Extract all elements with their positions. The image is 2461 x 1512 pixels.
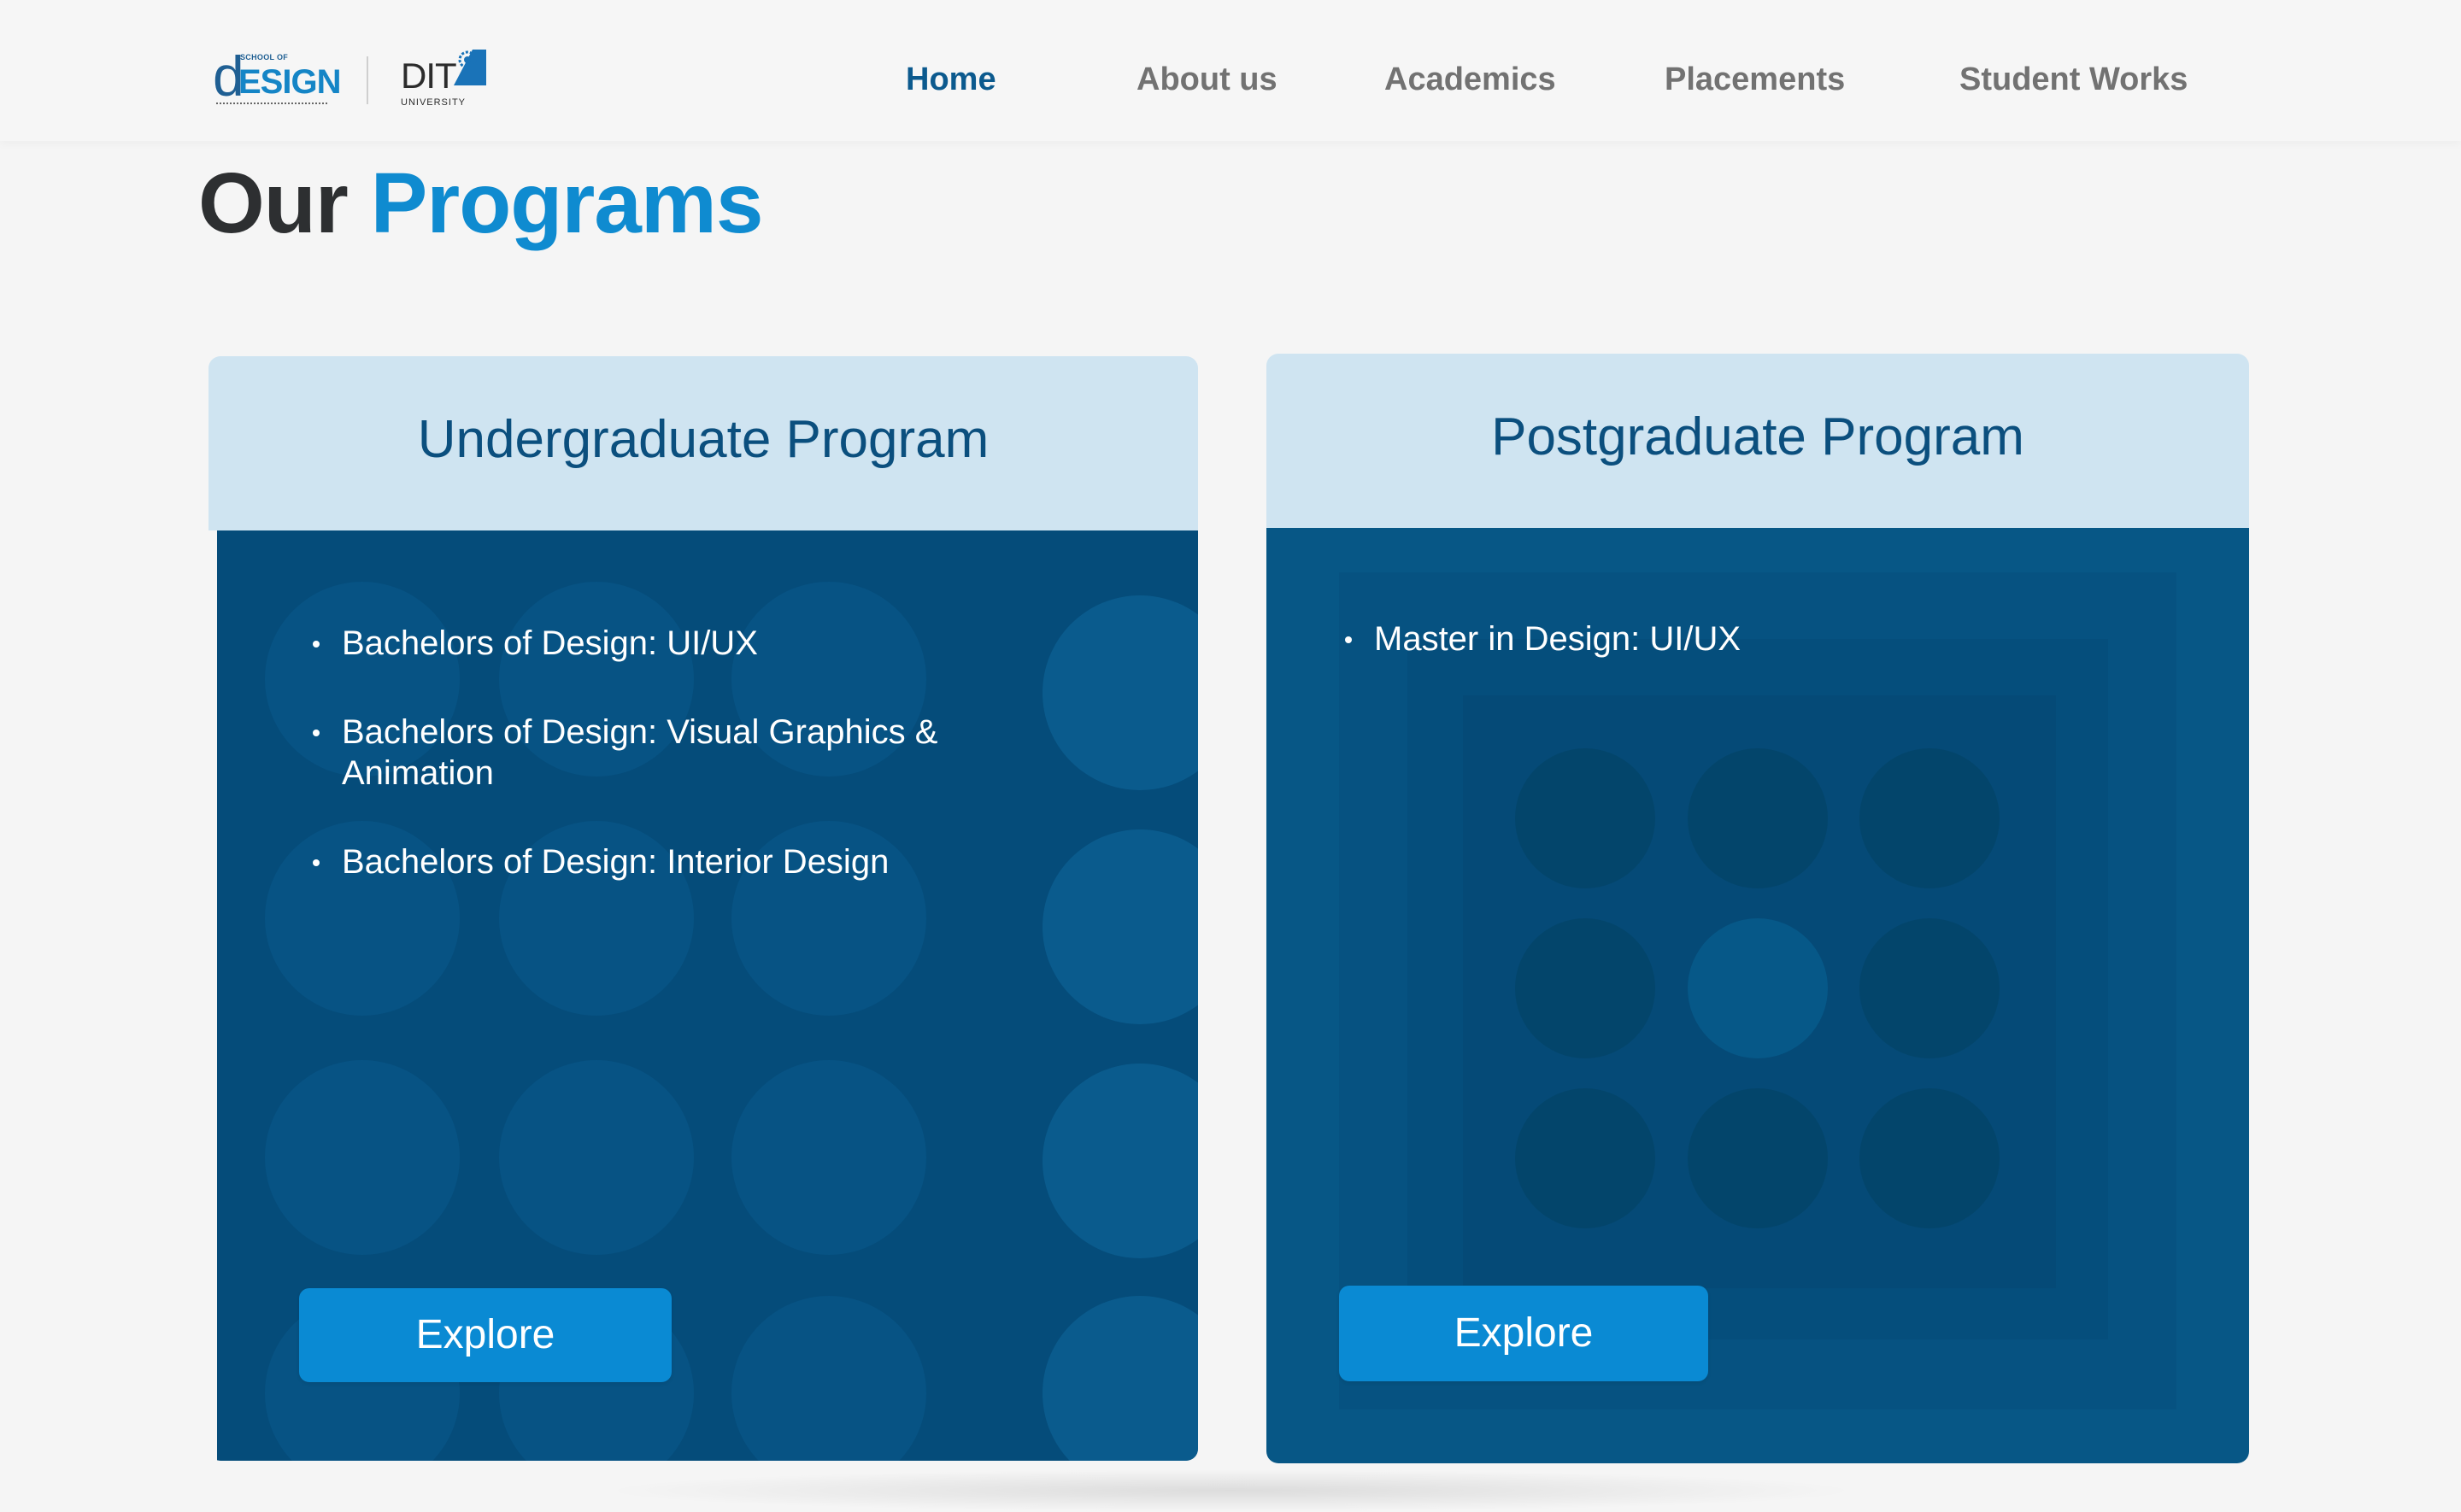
nav-about-us[interactable]: About us [1137,58,1277,101]
decor-circle [731,1296,926,1461]
page-title-programs: Programs [370,155,764,251]
decor-circle [1043,1064,1198,1258]
decor-circle [1688,748,1828,888]
bottom-shadow [598,1469,1863,1512]
postgraduate-card: Postgraduate Program Master in Design: U… [1266,354,2249,1463]
decor-circle [265,1060,460,1255]
program-item: Bachelors of Design: Visual Graphics & A… [313,712,991,794]
program-item: Bachelors of Design: UI/UX [313,623,1025,664]
explore-button-undergraduate[interactable]: Explore [299,1288,672,1382]
program-list: Master in Design: UI/UX [1345,618,2058,707]
decor-circle [1859,918,2000,1058]
explore-button-postgraduate[interactable]: Explore [1339,1286,1708,1381]
card-title: Postgraduate Program [1491,407,2024,466]
decor-circle [1043,595,1198,790]
decor-circle [499,1060,694,1255]
decor-circle [1515,1088,1655,1228]
main-nav: Home About us Academics Placements Stude… [0,58,2461,101]
undergraduate-card: Undergraduate Program Bachelors of Desig… [209,356,1198,1461]
page-title-our: Our [198,155,349,251]
program-item: Master in Design: UI/UX [1345,618,2058,659]
decor-circle [1859,1088,2000,1228]
card-header: Undergraduate Program [209,356,1198,530]
decor-circle [1043,1296,1198,1461]
program-item: Bachelors of Design: Interior Design [313,841,1025,882]
page-title: Our Programs [198,152,764,255]
decor-circle [731,1060,926,1255]
card-title: Undergraduate Program [417,410,990,469]
nav-academics[interactable]: Academics [1384,58,1556,101]
nav-student-works[interactable]: Student Works [1959,58,2188,101]
logo-tagline [216,103,327,108]
decor-circle [1688,1088,1828,1228]
program-list: Bachelors of Design: UI/UX Bachelors of … [313,623,1025,930]
site-header: SCHOOL OF d ESIGN DIT UNIVERSITY Home Ab… [0,0,2461,141]
nav-home[interactable]: Home [906,58,996,101]
decor-circle [1515,918,1655,1058]
decor-circle [1043,829,1198,1024]
nav-placements[interactable]: Placements [1665,58,1845,101]
decor-circle [1859,748,2000,888]
decor-circle [1688,918,1828,1058]
card-header: Postgraduate Program [1266,354,2249,528]
decor-circle [1515,748,1655,888]
